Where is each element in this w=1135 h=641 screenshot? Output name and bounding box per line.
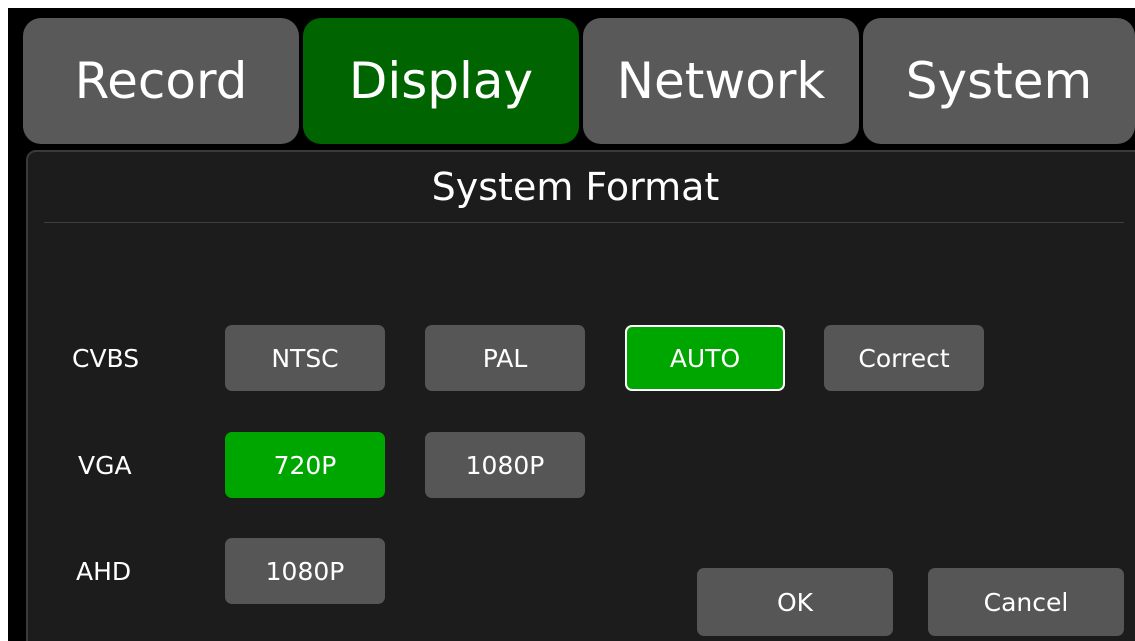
tab-system[interactable]: System bbox=[863, 18, 1135, 144]
row-label-cvbs: CVBS bbox=[72, 343, 140, 373]
panel-title: System Format bbox=[431, 165, 720, 209]
option-vga-720p[interactable]: 720P bbox=[225, 432, 385, 498]
option-cvbs-pal[interactable]: PAL bbox=[425, 325, 585, 391]
ok-button[interactable]: OK bbox=[697, 568, 893, 636]
title-divider bbox=[44, 222, 1124, 223]
row-label-vga: VGA bbox=[78, 450, 132, 480]
tab-network[interactable]: Network bbox=[583, 18, 859, 144]
option-cvbs-auto[interactable]: AUTO bbox=[625, 325, 785, 391]
option-ahd-1080p[interactable]: 1080P bbox=[225, 538, 385, 604]
option-vga-1080p[interactable]: 1080P bbox=[425, 432, 585, 498]
row-label-ahd: AHD bbox=[76, 556, 132, 586]
tab-record[interactable]: Record bbox=[23, 18, 299, 144]
cancel-button[interactable]: Cancel bbox=[928, 568, 1124, 636]
option-cvbs-ntsc[interactable]: NTSC bbox=[225, 325, 385, 391]
option-cvbs-correct[interactable]: Correct bbox=[824, 325, 984, 391]
settings-screen: Record Display Network System System For… bbox=[8, 8, 1135, 641]
tab-display[interactable]: Display bbox=[303, 18, 579, 144]
system-format-panel: System Format CVBS NTSC PAL AUTO Correct… bbox=[26, 150, 1135, 641]
